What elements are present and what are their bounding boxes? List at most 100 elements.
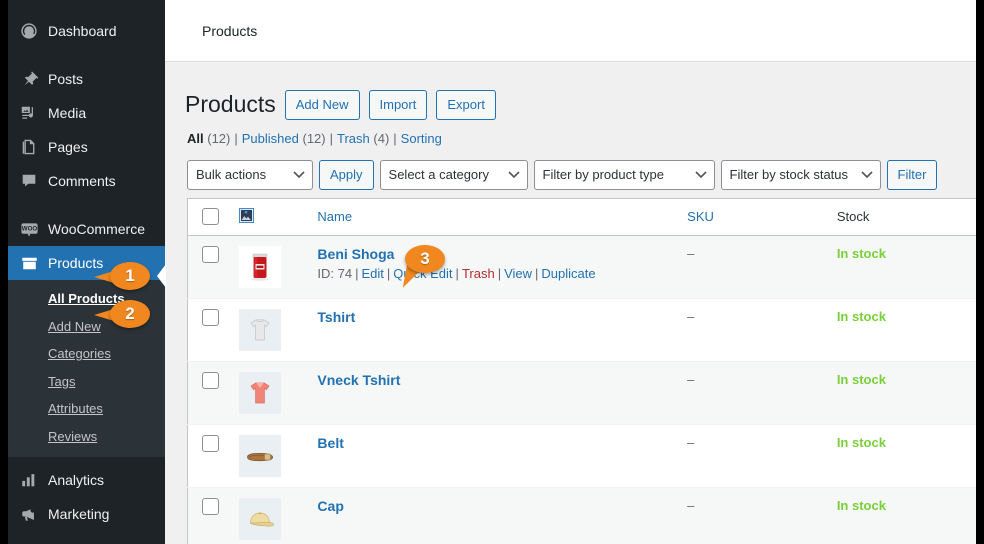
products-table: Name SKU Stock Beni Shoga ID: 74 | Edit … [187, 197, 976, 544]
submenu-item-all-products[interactable]: All Products [8, 285, 165, 313]
table-row: Vneck Tshirt – In stock [187, 360, 976, 425]
sidebar-item-pages[interactable]: Pages [8, 130, 165, 164]
filter-button[interactable]: Filter [886, 159, 938, 190]
product-thumbnail-tshirt-grey[interactable] [239, 308, 282, 351]
woocommerce-icon: WOO [19, 219, 39, 239]
product-thumbnail-jar-red[interactable] [239, 245, 282, 288]
sidebar-item-products[interactable]: Products [8, 246, 165, 280]
row-checkbox[interactable] [202, 372, 219, 389]
submenu-item-categories[interactable]: Categories [8, 340, 165, 368]
add-new-button[interactable]: Add New [284, 90, 360, 120]
row-checkbox[interactable] [202, 435, 219, 452]
row-sku-cell: – [677, 234, 827, 299]
row-checkbox[interactable] [202, 498, 219, 515]
row-checkbox[interactable] [202, 246, 219, 263]
row-checkbox-cell [187, 423, 230, 488]
pin-icon [19, 69, 39, 89]
chevron-down-icon [694, 161, 707, 189]
sku-value: – [687, 497, 695, 513]
view-link-sorting[interactable]: Sorting [401, 131, 442, 146]
analytics-icon [19, 470, 39, 490]
submenu-item-attributes[interactable]: Attributes [8, 395, 165, 423]
sidebar-item-posts[interactable]: Posts [8, 62, 165, 96]
product-thumbnail-belt-brown[interactable] [239, 434, 282, 477]
sidebar-item-label: Dashboard [48, 23, 117, 39]
stock-status-badge: In stock [836, 434, 886, 450]
row-sku-cell: – [677, 423, 827, 488]
row-action-view[interactable]: View [504, 266, 532, 281]
row-action-trash[interactable]: Trash [462, 266, 495, 281]
name-column-sort-link[interactable]: Name [317, 209, 352, 224]
sidebar-item-comments[interactable]: Comments [8, 164, 165, 198]
sidebar-item-dashboard[interactable]: Dashboard [8, 14, 165, 48]
image-column-header [229, 198, 308, 236]
row-id-label: ID: 74 [317, 265, 353, 281]
bulk-actions-select[interactable]: Bulk actions [187, 159, 313, 190]
chevron-down-icon [507, 161, 520, 189]
stock-column-header: Stock [826, 198, 976, 236]
sidebar-item-label: Comments [48, 173, 116, 189]
row-name-cell: Vneck Tshirt [307, 360, 678, 425]
import-button[interactable]: Import [368, 90, 428, 120]
submenu-item-add-new[interactable]: Add New [8, 313, 165, 341]
row-checkbox[interactable] [202, 309, 219, 326]
main-content: Products Products Add New Import Export … [165, 0, 976, 544]
view-link-all[interactable]: All (12) [187, 131, 230, 146]
sku-value: – [687, 434, 695, 450]
row-stock-cell: In stock [826, 486, 976, 544]
select-all-checkbox[interactable] [202, 208, 219, 226]
product-thumbnail-tshirt-pink[interactable] [239, 371, 282, 414]
current-menu-arrow [157, 264, 166, 288]
row-stock-cell: In stock [826, 234, 976, 299]
row-action-edit[interactable]: Edit [362, 266, 384, 281]
row-title-beni-shoga[interactable]: Beni Shoga [317, 246, 394, 262]
products-icon [19, 253, 39, 273]
sidebar-item-media[interactable]: Media [8, 96, 165, 130]
sku-value: – [687, 245, 695, 261]
row-title-vneck-tshirt[interactable]: Vneck Tshirt [317, 372, 400, 388]
separator: | [329, 130, 334, 146]
sidebar-item-label: Products [48, 255, 104, 271]
row-name-cell: Beni Shoga ID: 74 | Edit | Quick Edit | Trash |… [307, 234, 678, 299]
sidebar-item-marketing[interactable]: Marketing [8, 497, 165, 531]
stock-status-badge: In stock [836, 245, 886, 261]
row-action-quick-edit[interactable]: Quick Edit [393, 266, 452, 281]
apply-button[interactable]: Apply [319, 159, 374, 190]
stock-status-select[interactable]: Filter by stock status [720, 159, 881, 190]
page-header: Products Add New Import Export [185, 90, 976, 120]
row-action-duplicate[interactable]: Duplicate [541, 266, 595, 281]
row-thumbnail-cell [229, 297, 308, 362]
sidebar-item-label: WooCommerce [48, 221, 145, 237]
view-link-published[interactable]: Published (12) [242, 131, 326, 146]
table-row: Belt – In stock [187, 423, 976, 488]
sidebar-item-analytics[interactable]: Analytics [8, 463, 165, 497]
row-stock-cell: In stock [826, 297, 976, 362]
sku-column-header[interactable]: SKU [677, 198, 827, 236]
comments-icon [19, 171, 39, 191]
top-breadcrumb-bar: Products [165, 0, 976, 62]
submenu-item-tags[interactable]: Tags [8, 368, 165, 396]
row-title-cap[interactable]: Cap [317, 498, 343, 514]
sidebar-item-label: Analytics [48, 471, 105, 488]
row-checkbox-cell [187, 297, 230, 362]
row-title-belt[interactable]: Belt [317, 435, 343, 451]
dashboard-icon [19, 21, 39, 41]
export-button[interactable]: Export [436, 90, 496, 120]
view-link-trash[interactable]: Trash (4) [337, 131, 389, 146]
stock-status-badge: In stock [836, 497, 886, 513]
image-icon [239, 207, 297, 226]
chevron-down-icon [293, 161, 305, 189]
product-type-select[interactable]: Filter by product type [533, 159, 715, 190]
product-thumbnail-cap-tan[interactable] [239, 497, 282, 540]
submenu-item-reviews[interactable]: Reviews [8, 423, 165, 451]
category-select[interactable]: Select a category [379, 159, 528, 190]
sidebar-item-label: Pages [48, 139, 88, 155]
sku-column-sort-link[interactable]: SKU [687, 209, 714, 224]
row-thumbnail-cell [229, 360, 308, 425]
sidebar-item-woocommerce[interactable]: WOO WooCommerce [8, 212, 165, 246]
name-column-header[interactable]: Name [307, 198, 678, 236]
row-title-tshirt[interactable]: Tshirt [317, 309, 355, 325]
row-stock-cell: In stock [826, 360, 976, 425]
sidebar-item-label: Posts [48, 71, 84, 87]
pages-icon [19, 137, 39, 157]
